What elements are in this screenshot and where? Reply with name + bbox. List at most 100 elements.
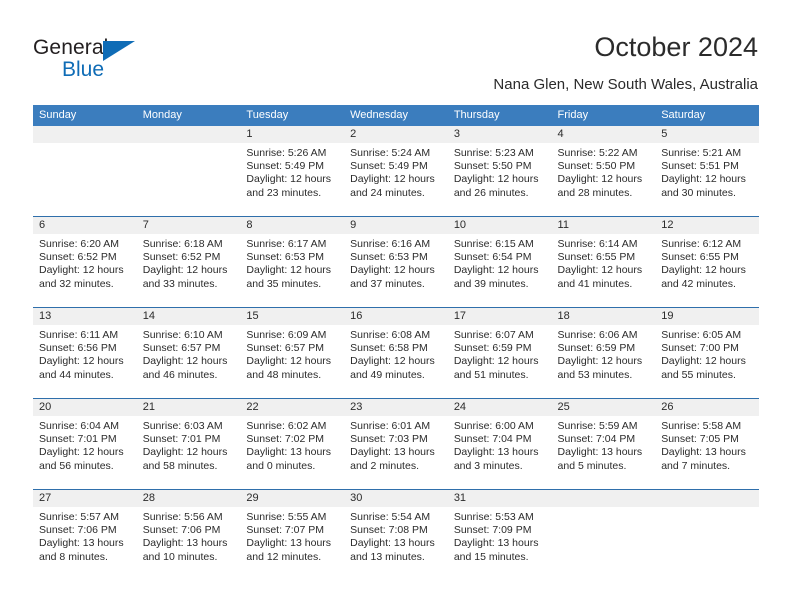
calendar-day-cell[interactable]: 1 Sunrise: 5:26 AM Sunset: 5:49 PM Daylight… bbox=[240, 126, 345, 217]
sunset-text: Sunset: 7:00 PM bbox=[661, 342, 739, 355]
calendar-day-cell[interactable]: 6 Sunrise: 6:20 AM Sunset: 6:52 PM Daylight… bbox=[33, 216, 137, 308]
sunset-text: Sunset: 6:57 PM bbox=[142, 342, 221, 355]
page-subtitle: Nana Glen, New South Wales, Australia bbox=[493, 76, 758, 93]
sunrise-text: Sunrise: 5:21 AM bbox=[661, 147, 742, 159]
calendar-day-cell[interactable]: 14 Sunrise: 6:10 AM Sunset: 6:57 PM Dayligh… bbox=[136, 307, 241, 399]
calendar-day-cell[interactable]: 19 Sunrise: 6:05 AM Sunset: 7:00 PM Dayligh… bbox=[655, 307, 759, 399]
calendar-day-cell[interactable]: 20 Sunrise: 6:04 AM Sunset: 7:01 PM Dayligh… bbox=[33, 398, 137, 490]
daylight-text-line2: and 35 minutes. bbox=[246, 277, 322, 290]
daylight-text-line1: Daylight: 13 hours bbox=[557, 446, 643, 459]
daylight-text-line1: Daylight: 12 hours bbox=[246, 355, 332, 368]
calendar-day-cell[interactable]: 10 Sunrise: 6:15 AM Sunset: 6:54 PM Dayligh… bbox=[447, 216, 552, 308]
daylight-text-line2: and 24 minutes. bbox=[350, 186, 425, 199]
daylight-text-line2: and 39 minutes. bbox=[453, 277, 529, 290]
daylight-text-line2: and 26 minutes. bbox=[453, 186, 529, 199]
day-number: 7 bbox=[136, 217, 241, 234]
sunset-text: Sunset: 5:50 PM bbox=[557, 160, 636, 173]
daylight-text-line2: and 7 minutes. bbox=[661, 459, 731, 472]
weekday-header-wednesday: Wednesday bbox=[344, 105, 448, 126]
sunrise-text: Sunrise: 6:04 AM bbox=[39, 420, 119, 432]
day-number: 22 bbox=[240, 399, 345, 416]
daylight-text-line1: Daylight: 13 hours bbox=[142, 537, 228, 550]
daylight-text-line2: and 0 minutes. bbox=[246, 459, 316, 472]
calendar-day-cell[interactable]: 2 Sunrise: 5:24 AM Sunset: 5:49 PM Daylight… bbox=[344, 126, 448, 217]
calendar-day-cell[interactable]: 17 Sunrise: 6:07 AM Sunset: 6:59 PM Dayligh… bbox=[447, 307, 552, 399]
calendar-day-cell[interactable]: 30 Sunrise: 5:54 AM Sunset: 7:08 PM Dayligh… bbox=[344, 489, 448, 580]
calendar-day-cell[interactable]: 3 Sunrise: 5:23 AM Sunset: 5:50 PM Daylight… bbox=[447, 126, 552, 217]
daylight-text-line1: Daylight: 12 hours bbox=[350, 173, 435, 186]
day-sun-info: Sunrise: 6:10 AM Sunset: 6:57 PM Daylight:… bbox=[137, 325, 241, 382]
sunset-text: Sunset: 6:55 PM bbox=[557, 251, 636, 264]
day-sun-info: Sunrise: 5:55 AM Sunset: 7:07 PM Daylight:… bbox=[240, 507, 344, 564]
calendar-day-cell[interactable]: 11 Sunrise: 6:14 AM Sunset: 6:55 PM Dayligh… bbox=[551, 216, 656, 308]
daylight-text-line1: Daylight: 13 hours bbox=[661, 446, 746, 459]
calendar-day-cell[interactable]: 7 Sunrise: 6:18 AM Sunset: 6:52 PM Daylight… bbox=[136, 216, 241, 308]
calendar-week-row: 1 Sunrise: 5:26 AM Sunset: 5:49 PM Daylight… bbox=[33, 126, 759, 217]
day-number: 14 bbox=[136, 308, 241, 325]
calendar-day-cell[interactable]: 21 Sunrise: 6:03 AM Sunset: 7:01 PM Dayligh… bbox=[136, 398, 241, 490]
calendar-body: 1 Sunrise: 5:26 AM Sunset: 5:49 PM Daylight… bbox=[33, 126, 759, 580]
day-number: 11 bbox=[551, 217, 656, 234]
calendar-day-cell[interactable]: 28 Sunrise: 5:56 AM Sunset: 7:06 PM Dayligh… bbox=[136, 489, 241, 580]
calendar-day-cell[interactable]: 27 Sunrise: 5:57 AM Sunset: 7:06 PM Dayligh… bbox=[33, 489, 137, 580]
calendar-day-cell[interactable]: 13 Sunrise: 6:11 AM Sunset: 6:56 PM Dayligh… bbox=[33, 307, 137, 399]
calendar-day-cell[interactable]: 29 Sunrise: 5:55 AM Sunset: 7:07 PM Dayligh… bbox=[240, 489, 345, 580]
day-sun-info: Sunrise: 6:02 AM Sunset: 7:02 PM Daylight:… bbox=[240, 416, 344, 473]
calendar-page: General Blue October 2024 Nana Glen, New… bbox=[0, 0, 792, 612]
daylight-text-line2: and 5 minutes. bbox=[557, 459, 627, 472]
daylight-text-line1: Daylight: 12 hours bbox=[557, 264, 643, 277]
day-sun-info: Sunrise: 6:09 AM Sunset: 6:57 PM Daylight:… bbox=[240, 325, 344, 382]
sunrise-text: Sunrise: 6:09 AM bbox=[246, 329, 327, 341]
calendar-day-cell[interactable]: 15 Sunrise: 6:09 AM Sunset: 6:57 PM Dayligh… bbox=[240, 307, 345, 399]
day-sun-info: Sunrise: 6:15 AM Sunset: 6:54 PM Daylight:… bbox=[448, 234, 552, 291]
calendar-day-cell[interactable]: 16 Sunrise: 6:08 AM Sunset: 6:58 PM Dayligh… bbox=[344, 307, 448, 399]
calendar-day-cell[interactable]: 12 Sunrise: 6:12 AM Sunset: 6:55 PM Dayligh… bbox=[655, 216, 759, 308]
calendar-day-cell[interactable]: 24 Sunrise: 6:00 AM Sunset: 7:04 PM Dayligh… bbox=[447, 398, 552, 490]
sunrise-text: Sunrise: 6:02 AM bbox=[246, 420, 327, 432]
daylight-text-line1: Daylight: 12 hours bbox=[246, 264, 332, 277]
day-number: 18 bbox=[551, 308, 656, 325]
calendar-day-cell[interactable]: 4 Sunrise: 5:22 AM Sunset: 5:50 PM Daylight… bbox=[551, 126, 656, 217]
day-sun-info: Sunrise: 5:26 AM Sunset: 5:49 PM Daylight:… bbox=[240, 143, 344, 200]
calendar-day-cell[interactable]: 26 Sunrise: 5:58 AM Sunset: 7:05 PM Dayligh… bbox=[655, 398, 759, 490]
calendar-day-cell[interactable]: 8 Sunrise: 6:17 AM Sunset: 6:53 PM Daylight… bbox=[240, 216, 345, 308]
daylight-text-line2: and 10 minutes. bbox=[142, 550, 218, 563]
day-sun-info: Sunrise: 6:12 AM Sunset: 6:55 PM Daylight:… bbox=[655, 234, 759, 291]
sunrise-text: Sunrise: 5:24 AM bbox=[350, 147, 431, 159]
daylight-text-line2: and 33 minutes. bbox=[142, 277, 218, 290]
sunrise-text: Sunrise: 5:23 AM bbox=[453, 147, 534, 159]
daylight-text-line2: and 44 minutes. bbox=[39, 368, 114, 381]
day-number: 26 bbox=[655, 399, 759, 416]
day-number: 21 bbox=[136, 399, 241, 416]
daylight-text-line2: and 58 minutes. bbox=[142, 459, 218, 472]
daylight-text-line1: Daylight: 12 hours bbox=[557, 355, 643, 368]
calendar-day-cell[interactable]: 25 Sunrise: 5:59 AM Sunset: 7:04 PM Dayligh… bbox=[551, 398, 656, 490]
day-sun-info: Sunrise: 6:06 AM Sunset: 6:59 PM Daylight:… bbox=[552, 325, 656, 382]
sunset-text: Sunset: 7:01 PM bbox=[142, 433, 221, 446]
sunset-text: Sunset: 7:08 PM bbox=[350, 524, 428, 537]
calendar-day-cell[interactable]: 5 Sunrise: 5:21 AM Sunset: 5:51 PM Daylight… bbox=[655, 126, 759, 217]
general-blue-logo: General Blue bbox=[33, 36, 173, 86]
daylight-text-line1: Daylight: 12 hours bbox=[39, 355, 124, 368]
sunrise-text: Sunrise: 5:59 AM bbox=[557, 420, 638, 432]
calendar-day-cell[interactable]: 23 Sunrise: 6:01 AM Sunset: 7:03 PM Dayligh… bbox=[344, 398, 448, 490]
calendar-week-row: 20 Sunrise: 6:04 AM Sunset: 7:01 PM Dayligh… bbox=[33, 398, 759, 490]
calendar-week-row: 13 Sunrise: 6:11 AM Sunset: 6:56 PM Dayligh… bbox=[33, 307, 759, 399]
day-sun-info: Sunrise: 6:01 AM Sunset: 7:03 PM Daylight:… bbox=[344, 416, 448, 473]
daylight-text-line1: Daylight: 12 hours bbox=[246, 173, 332, 186]
calendar-day-cell[interactable]: 9 Sunrise: 6:16 AM Sunset: 6:53 PM Daylight… bbox=[344, 216, 448, 308]
calendar-day-cell[interactable]: 22 Sunrise: 6:02 AM Sunset: 7:02 PM Dayligh… bbox=[240, 398, 345, 490]
daylight-text-line2: and 48 minutes. bbox=[246, 368, 322, 381]
sunset-text: Sunset: 5:50 PM bbox=[453, 160, 532, 173]
day-number: 1 bbox=[240, 126, 345, 143]
day-sun-info: Sunrise: 6:04 AM Sunset: 7:01 PM Daylight:… bbox=[33, 416, 137, 473]
sunset-text: Sunset: 7:07 PM bbox=[246, 524, 325, 537]
sunset-text: Sunset: 6:58 PM bbox=[350, 342, 428, 355]
sunset-text: Sunset: 7:09 PM bbox=[453, 524, 532, 537]
calendar-day-cell[interactable]: 31 Sunrise: 5:53 AM Sunset: 7:09 PM Dayligh… bbox=[447, 489, 552, 580]
day-number: 12 bbox=[655, 217, 759, 234]
day-number: 6 bbox=[33, 217, 137, 234]
calendar-week-row: 27 Sunrise: 5:57 AM Sunset: 7:06 PM Dayligh… bbox=[33, 489, 759, 580]
weekday-header-monday: Monday bbox=[136, 105, 241, 126]
calendar-day-cell[interactable]: 18 Sunrise: 6:06 AM Sunset: 6:59 PM Dayligh… bbox=[551, 307, 656, 399]
